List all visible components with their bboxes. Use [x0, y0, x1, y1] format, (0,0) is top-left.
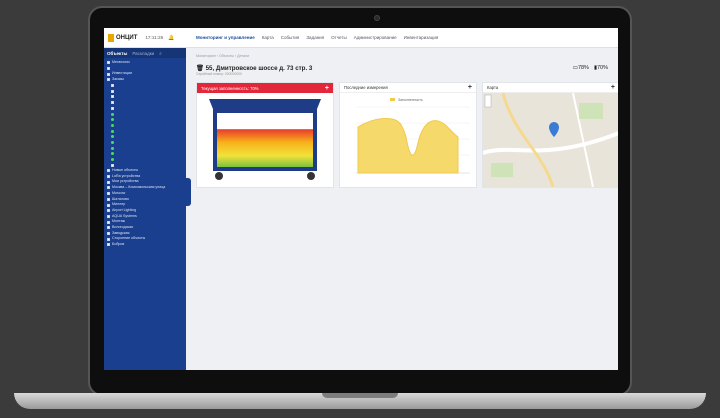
fill-card-title: Текущая заполненность: 70% [201, 85, 259, 91]
tab-layouts[interactable]: Раскладки [132, 51, 154, 56]
clock: 17:11:25 [145, 35, 164, 40]
checkbox[interactable] [111, 95, 114, 99]
laptop-notch [322, 393, 398, 398]
add-icon[interactable]: + [611, 84, 615, 91]
checkbox[interactable] [107, 175, 110, 179]
measurements-chart: Заполненность [356, 98, 470, 174]
checkbox[interactable] [107, 78, 110, 82]
battery-value: 78% [577, 65, 589, 71]
breadcrumb[interactable]: Мониторинг › Объекты › Детали [196, 54, 249, 58]
status-dot-icon [111, 129, 114, 133]
fill-card: Текущая заполненность: 70% + [196, 82, 334, 188]
measurements-card-title: Последние измерения [344, 85, 388, 90]
checkbox[interactable] [107, 61, 110, 65]
sidebar-tabs: Объекты Раскладки ⌕ [104, 48, 186, 58]
status-stats: ▭78% ▮70% [573, 65, 608, 71]
checkbox[interactable] [111, 106, 114, 110]
battery-stat: ▭78% [572, 65, 589, 71]
search-icon[interactable]: ⌕ [159, 51, 162, 56]
sidebar-item-label: Бобров [112, 242, 125, 246]
status-dot-icon [111, 112, 114, 116]
nav-events[interactable]: События [281, 35, 300, 40]
nav-map[interactable]: Карта [262, 35, 274, 40]
sidebar-item-label: Мегаполис [112, 60, 131, 64]
app-screen: ОНЦИТ 17:11:25 🔔 Мониторинг и управление… [104, 28, 618, 370]
status-dot-icon [111, 118, 114, 122]
container-illustration [209, 99, 321, 180]
measurements-card: Последние измерения + Заполненность [339, 82, 477, 188]
checkbox[interactable] [107, 67, 110, 71]
status-dot-icon [111, 152, 114, 156]
checkbox[interactable] [107, 197, 110, 201]
checkbox[interactable] [111, 101, 114, 105]
checkbox[interactable] [107, 180, 110, 184]
map-view[interactable] [482, 92, 618, 188]
stage: ОНЦИТ 17:11:25 🔔 Мониторинг и управление… [0, 0, 720, 418]
map-card: Карта + [482, 82, 618, 188]
legend-swatch [390, 98, 395, 101]
checkbox[interactable] [107, 192, 110, 196]
fill-value: 70% [596, 65, 608, 71]
fill-level-bar [217, 129, 313, 167]
sidebar-item-label: Заказы [112, 77, 125, 82]
trash-icon: 🗑 [196, 65, 204, 72]
webcam-icon [374, 15, 380, 21]
container-lid [209, 99, 321, 109]
measurements-card-header: Последние измерения + [340, 83, 476, 93]
main-nav: Мониторинг и управление Карта События За… [196, 35, 438, 40]
fill-card-header: Текущая заполненность: 70% + [197, 83, 333, 93]
map-park [491, 163, 513, 177]
nav-tasks[interactable]: Задания [306, 35, 324, 40]
logo-icon [108, 33, 114, 42]
fill-area-series [357, 118, 459, 174]
wheel-right [307, 172, 315, 180]
app-logo[interactable]: ОНЦИТ 17:11:25 🔔 [104, 33, 186, 42]
map-card-header: Карта + [483, 83, 618, 93]
nav-monitoring[interactable]: Мониторинг и управление [196, 35, 255, 40]
add-icon[interactable]: + [325, 85, 329, 92]
status-dot-icon [111, 158, 114, 162]
checkbox[interactable] [107, 72, 110, 76]
nav-admin[interactable]: Администрирование [354, 35, 397, 40]
object-tree: Мегаполис Инвестиции Заказы Новые объекты Lo… [104, 58, 186, 250]
main-content: Мониторинг › Объекты › Детали 🗑 55, Дмит… [192, 48, 618, 370]
nav-reports[interactable]: Отчеты [331, 35, 347, 40]
map-card-title: Карта [487, 85, 499, 90]
bell-icon[interactable]: 🔔 [168, 35, 174, 41]
checkbox[interactable] [107, 220, 110, 224]
fill-stat: ▮70% [593, 65, 608, 71]
zoom-control[interactable] [484, 94, 492, 108]
checkbox[interactable] [107, 243, 110, 247]
sidebar-collapse-handle[interactable] [186, 178, 191, 206]
nav-inventory[interactable]: Инвентаризация [404, 35, 439, 40]
checkbox[interactable] [107, 231, 110, 235]
checkbox[interactable] [107, 209, 110, 213]
page-title: 🗑 55, Дмитровское шоссе д. 73 стр. 3 [196, 64, 312, 72]
add-icon[interactable]: + [468, 84, 472, 91]
tab-objects[interactable]: Объекты [107, 51, 127, 56]
checkbox[interactable] [111, 89, 114, 93]
checkbox[interactable] [107, 203, 110, 207]
top-bar: ОНЦИТ 17:11:25 🔔 Мониторинг и управление… [104, 28, 618, 48]
page-subtitle: Серийный номер: 000000000 [196, 72, 242, 76]
logo-text: ОНЦИТ [116, 34, 138, 41]
status-dot-icon [111, 140, 114, 144]
sidebar-item[interactable]: Бобров [107, 242, 183, 248]
sidebar: Объекты Раскладки ⌕ Мегаполис Инвестиции З… [104, 48, 186, 370]
status-dot-icon [111, 123, 114, 127]
status-dot-icon [111, 146, 114, 150]
page-title-text: 55, Дмитровское шоссе д. 73 стр. 3 [205, 65, 313, 72]
checkbox[interactable] [107, 169, 110, 173]
checkbox[interactable] [111, 163, 114, 167]
checkbox[interactable] [107, 186, 110, 190]
checkbox[interactable] [111, 84, 114, 88]
legend-label: Заполненность [398, 98, 423, 102]
wheel-left [215, 172, 223, 180]
map-park [579, 103, 603, 119]
status-dot-icon [111, 135, 114, 139]
checkbox[interactable] [107, 237, 110, 241]
checkbox[interactable] [107, 226, 110, 230]
checkbox[interactable] [107, 214, 110, 218]
